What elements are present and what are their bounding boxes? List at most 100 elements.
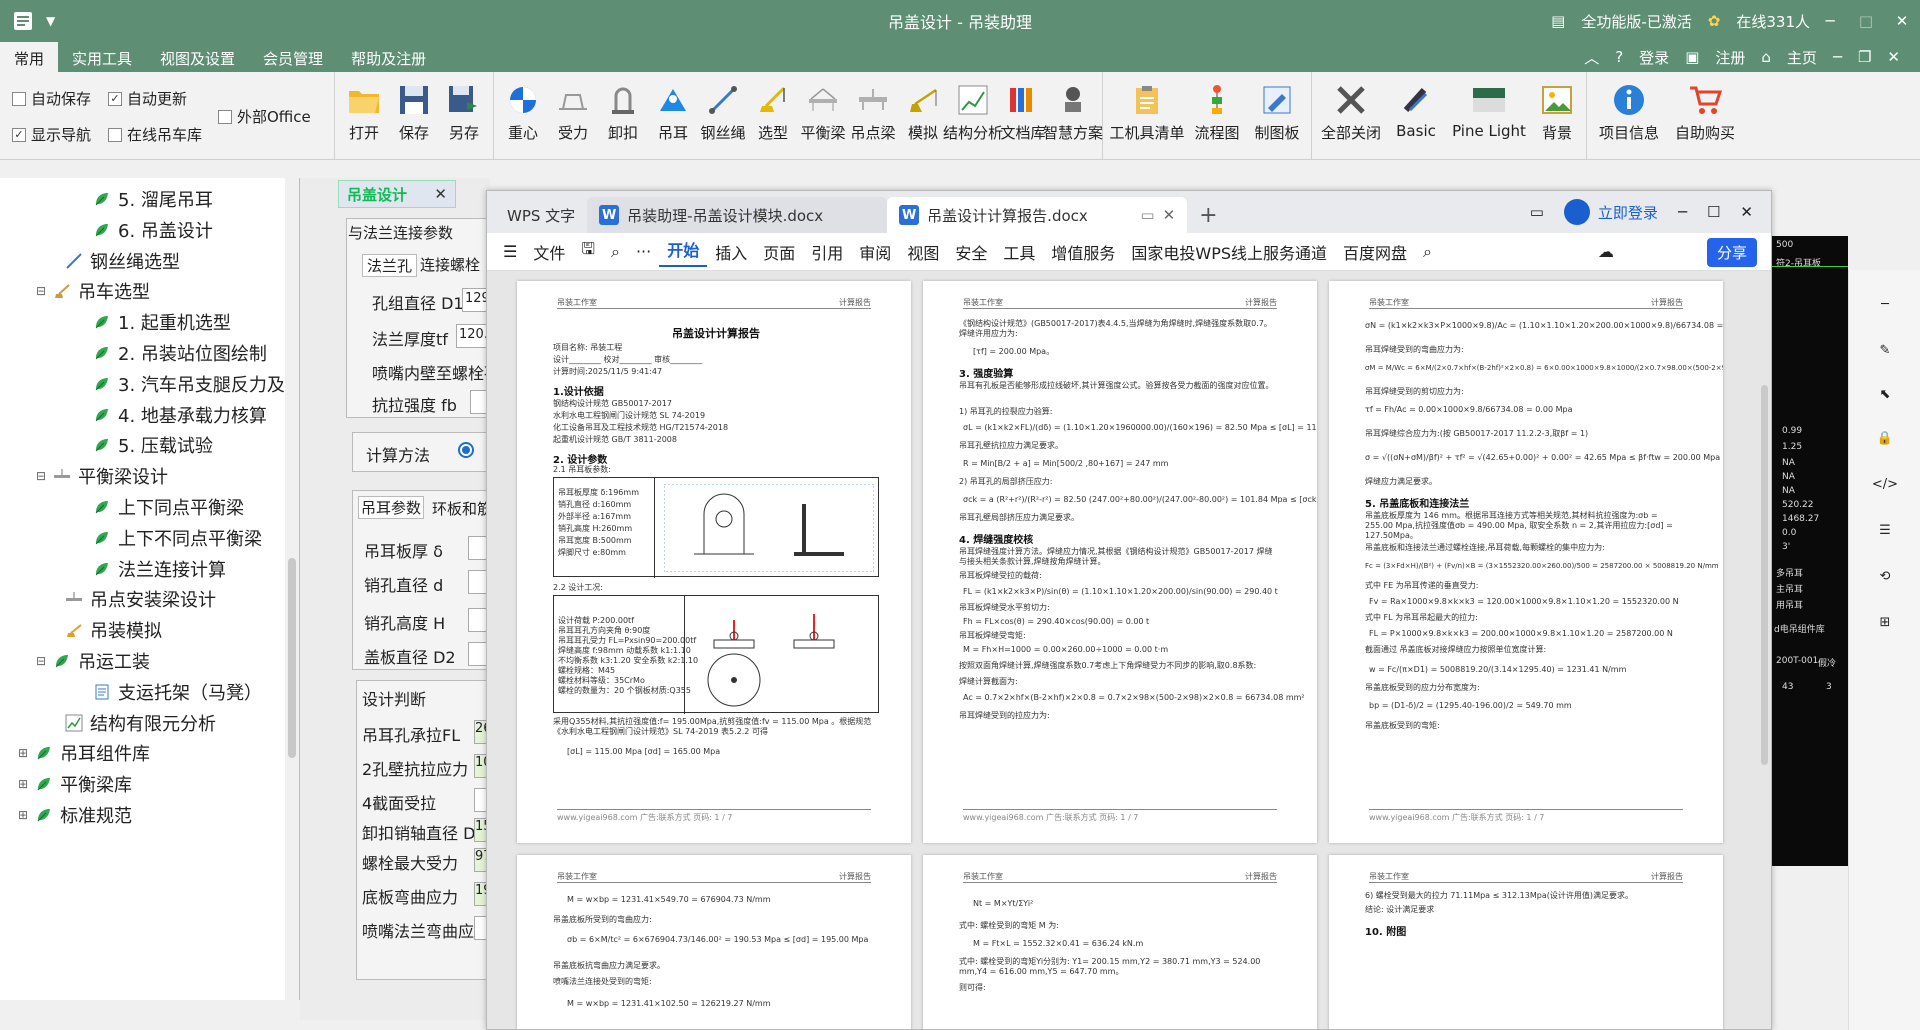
doc-library-button[interactable]: 文档库 [998,72,1048,159]
force-button[interactable]: 受力 [548,72,598,159]
menu-view[interactable]: 视图 [899,240,947,264]
wps-home-tab[interactable]: WPS 文字 [495,197,587,233]
collapse-ribbon-icon[interactable]: ︿ [1584,47,1599,68]
tree-item[interactable]: ⊟ 吊车选型 [36,276,150,306]
login-link[interactable]: 登录 [1639,47,1669,68]
wps-maximize-button[interactable]: ☐ [1707,203,1720,221]
format-painter-icon[interactable]: ⌕ [603,242,628,262]
menu-insert[interactable]: 插入 [707,240,755,264]
tab-close-icon[interactable]: ✕ [1163,206,1176,224]
hamburger-icon[interactable]: ☰ [487,242,525,261]
flowchart-button[interactable]: 流程图 [1187,72,1247,159]
lock-icon[interactable]: 🔒 [1871,424,1899,452]
tab-common[interactable]: 常用 [0,42,59,72]
layout-icon[interactable]: ▭ [1530,203,1544,221]
tree-item[interactable]: 吊点安装梁设计 [64,584,216,614]
drawing-board-button[interactable]: 制图板 [1247,72,1307,159]
online-crane-checkbox[interactable]: 在线吊车库 [108,124,202,145]
auto-update-checkbox[interactable]: ✓ 自动更新 [108,88,187,109]
auto-save-checkbox[interactable]: 自动保存 [12,88,91,109]
document-canvas[interactable]: 吊装工作室 计算报告 吊盖设计计算报告 项目名称: 吊装工程 设计________… [487,271,1771,1029]
help-icon[interactable]: ? [1615,48,1623,66]
simulation-button[interactable]: 模拟 [898,72,948,159]
save-as-button[interactable]: 另存 [439,72,489,159]
mdi-close-icon[interactable]: ✕ [1887,48,1900,66]
show-nav-checkbox[interactable]: ✓ 显示导航 [12,124,91,145]
clip-icon[interactable]: ⊞ [1871,608,1899,636]
search-icon[interactable]: ⌕ [1415,242,1440,262]
menu-review[interactable]: 审阅 [851,240,899,264]
structure-analysis-button[interactable]: 结构分析 [943,72,1003,159]
expand-node-icon[interactable]: ⊞ [18,746,28,760]
tree-item[interactable]: 吊装模拟 [64,615,162,645]
tab-window-icon[interactable]: ▭ [1140,206,1154,224]
menu-tools[interactable]: 工具 [995,240,1043,264]
tree-item[interactable]: 上下同点平衡梁 [92,492,244,522]
mdi-restore-icon[interactable]: ❐ [1858,48,1871,66]
tab-utilities[interactable]: 实用工具 [58,42,146,72]
register-link[interactable]: 注册 [1715,47,1745,68]
subtab-ring-plate[interactable]: 环板和筋 [432,498,492,519]
tree-item[interactable]: 4. 地基承载力核算 [92,400,267,430]
crane-select-button[interactable]: 选型 [748,72,798,159]
tree-item[interactable]: ⊞ 平衡梁库 [18,769,132,799]
subtab-bolts[interactable]: 连接螺栓 [420,254,480,275]
code-icon[interactable]: </> [1871,470,1899,498]
menu-reference[interactable]: 引用 [803,240,851,264]
tree-item[interactable]: 3. 汽车吊支腿反力及地 [92,369,299,399]
expand-node-icon[interactable]: ⊞ [18,777,28,791]
subtab-flange-hole[interactable]: 法兰孔 [362,254,418,277]
doc-tab-report[interactable]: W 吊盖设计计算报告.docx ▭ ✕ [887,197,1188,233]
edit-icon[interactable]: ✎ [1871,336,1899,364]
tree-item[interactable]: ⊞ 吊耳组件库 [18,738,150,768]
collapse-node-icon[interactable]: ⊟ [36,284,46,298]
save-icon[interactable]: 🖫 [573,238,603,265]
menu-baidu-disk[interactable]: 百度网盘 [1335,240,1415,264]
lifting-lug-button[interactable]: 吊耳 [648,72,698,159]
tool-list-button[interactable]: 工机具清单 [1107,72,1187,159]
mdi-minimize-icon[interactable]: ─ [1833,48,1842,66]
settings-sliders-icon[interactable]: ☰ [1871,516,1899,544]
home-link[interactable]: 主页 [1787,47,1817,68]
open-button[interactable]: 打开 [339,72,389,159]
menu-start[interactable]: 开始 [659,237,708,267]
center-gravity-button[interactable]: 重心 [498,72,548,159]
save-button[interactable]: 保存 [389,72,439,159]
tab-membership[interactable]: 会员管理 [249,42,337,72]
lifting-point-beam-button[interactable]: 吊点梁 [848,72,898,159]
tree-item[interactable]: 6. 吊盖设计 [92,215,213,245]
wps-minimize-button[interactable]: ─ [1678,203,1687,221]
menu-security[interactable]: 安全 [947,240,995,264]
tree-item[interactable]: ⊟ 吊运工装 [36,646,150,676]
document-scrollbar[interactable] [1759,355,1769,1029]
close-button[interactable]: ✕ [1884,0,1920,42]
theme-pine-light-button[interactable]: Pine Light [1446,72,1532,159]
self-purchase-button[interactable]: 自助购买 [1667,72,1743,159]
title-menu-arrow-icon[interactable]: ▼ [46,14,55,28]
tab-view-settings[interactable]: 视图及设置 [146,42,249,72]
smart-plan-button[interactable]: 智慧方案 [1043,72,1103,159]
menu-spic-channel[interactable]: 国家电投WPS线上服务通道 [1123,240,1335,264]
collapse-icon[interactable]: ─ [1871,290,1899,318]
online-count[interactable]: 在线331人 [1736,11,1810,32]
tree-item[interactable]: 支运托架（马凳） [92,677,262,707]
tree-item[interactable]: ⊞ 标准规范 [18,800,132,830]
new-tab-button[interactable]: + [1187,197,1229,233]
tab-close-icon[interactable]: ✕ [434,185,447,203]
balance-beam-button[interactable]: 平衡梁 [798,72,848,159]
tree-item[interactable]: 钢丝绳选型 [64,246,180,276]
maximize-button[interactable]: □ [1848,0,1884,42]
calc-method-radio[interactable] [458,442,474,458]
tree-item[interactable]: 法兰连接计算 [92,554,226,584]
project-info-button[interactable]: 项目信息 [1591,72,1667,159]
select-icon[interactable]: ⬉ [1871,380,1899,408]
wire-rope-button[interactable]: 钢丝绳 [698,72,748,159]
menu-file[interactable]: 文件 [525,240,573,264]
background-button[interactable]: 背景 [1532,72,1582,159]
menu-value-added[interactable]: 增值服务 [1043,240,1123,264]
shackle-button[interactable]: 卸扣 [598,72,648,159]
wps-close-button[interactable]: ✕ [1740,203,1753,221]
tree-scrollbar[interactable] [285,178,299,1000]
login-button[interactable]: 立即登录 [1563,199,1658,225]
minimize-button[interactable]: ─ [1812,0,1848,42]
